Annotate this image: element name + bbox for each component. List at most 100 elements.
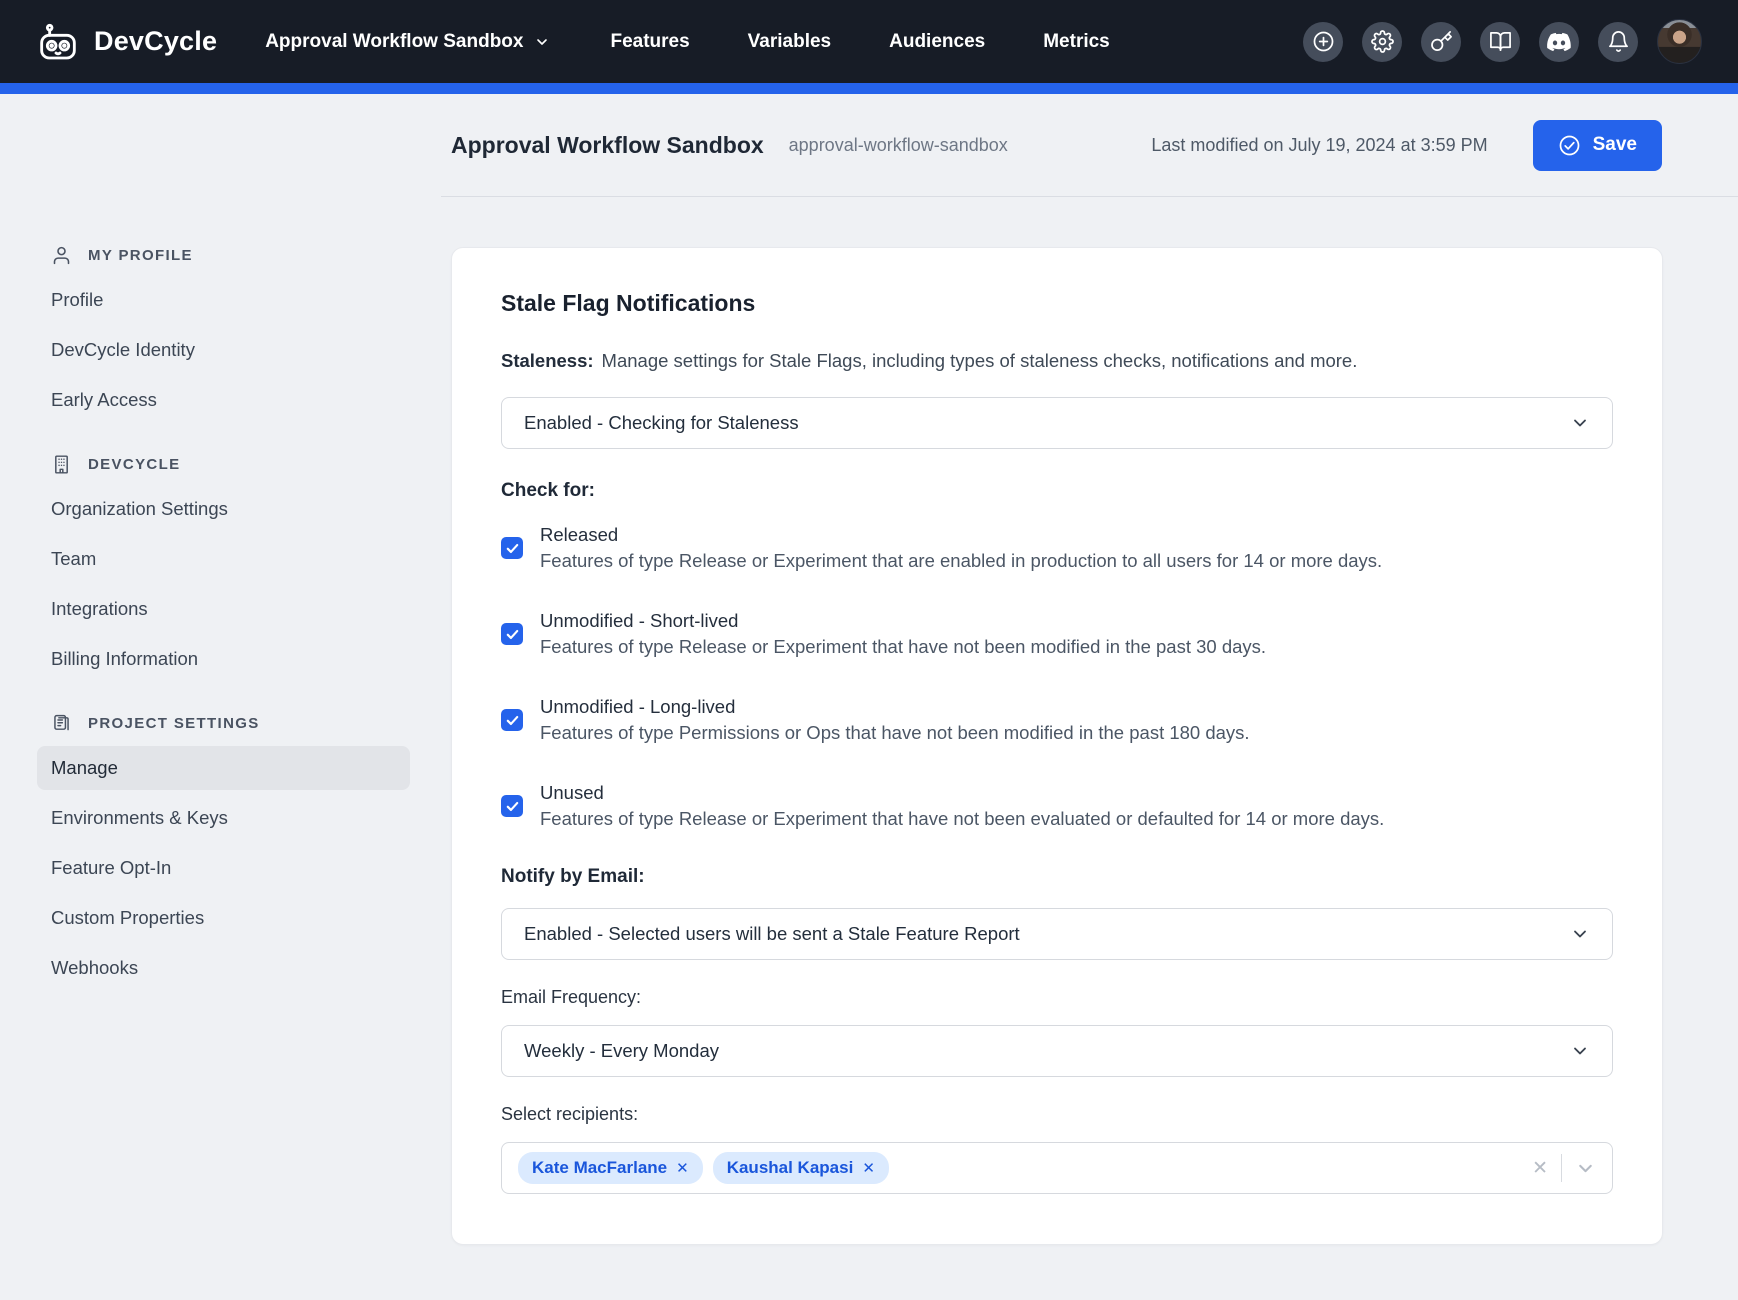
page-title: Approval Workflow Sandbox bbox=[451, 132, 764, 159]
staleness-select-value: Enabled - Checking for Staleness bbox=[524, 412, 799, 434]
sidebar-item-webhooks[interactable]: Webhooks bbox=[37, 946, 410, 990]
sidebar-section-label: Project Settings bbox=[88, 715, 260, 732]
nav-link-audiences[interactable]: Audiences bbox=[889, 31, 985, 53]
sidebar-item-custom-properties[interactable]: Custom Properties bbox=[37, 896, 410, 940]
main-content: Stale Flag Notifications Staleness: Manag… bbox=[410, 197, 1738, 1245]
staleness-label: Staleness: bbox=[501, 350, 594, 371]
check-row-unmodified-long: Unmodified - Long-lived Features of type… bbox=[501, 694, 1613, 746]
clear-all-icon[interactable]: ✕ bbox=[1532, 1157, 1548, 1180]
chevron-down-icon bbox=[534, 34, 550, 50]
unused-checkbox[interactable] bbox=[501, 795, 523, 817]
page-slug: approval-workflow-sandbox bbox=[789, 135, 1008, 156]
check-label: Unmodified - Short-lived bbox=[540, 608, 1266, 634]
sidebar-item-organization-settings[interactable]: Organization Settings bbox=[37, 487, 410, 531]
check-for-label: Check for: bbox=[501, 480, 1613, 502]
devcycle-logo[interactable]: DevCycle bbox=[36, 22, 217, 62]
chevron-down-icon[interactable] bbox=[1575, 1158, 1596, 1179]
sidebar-item-profile[interactable]: Profile bbox=[37, 278, 410, 322]
chevron-down-icon bbox=[1570, 1041, 1590, 1061]
nav-link-metrics[interactable]: Metrics bbox=[1043, 31, 1110, 53]
sidebar-section-label: My Profile bbox=[88, 247, 193, 264]
user-avatar[interactable] bbox=[1657, 19, 1702, 64]
check-label: Released bbox=[540, 522, 1382, 548]
sidebar-section-project-settings: Project Settings bbox=[51, 713, 410, 734]
divider bbox=[1561, 1154, 1562, 1182]
select-recipients-label: Select recipients: bbox=[501, 1104, 1613, 1125]
settings-sidebar: My Profile Profile DevCycle Identity Ear… bbox=[37, 197, 410, 996]
key-icon bbox=[1430, 30, 1453, 53]
sidebar-item-integrations[interactable]: Integrations bbox=[37, 587, 410, 631]
docs-button[interactable] bbox=[1480, 22, 1520, 62]
nav-link-variables[interactable]: Variables bbox=[748, 31, 831, 53]
save-button[interactable]: Save bbox=[1533, 120, 1662, 171]
remove-recipient-icon[interactable]: ✕ bbox=[862, 1159, 875, 1177]
accent-bar bbox=[0, 83, 1738, 94]
stale-flag-notifications-card: Stale Flag Notifications Staleness: Manag… bbox=[451, 247, 1663, 1245]
sidebar-item-feature-opt-in[interactable]: Feature Opt-In bbox=[37, 846, 410, 890]
check-description: Features of type Permissions or Ops that… bbox=[540, 720, 1250, 746]
primary-nav: Features Variables Audiences Metrics bbox=[610, 31, 1109, 53]
notify-by-email-label: Notify by Email: bbox=[501, 866, 1613, 888]
unmodified-short-checkbox[interactable] bbox=[501, 623, 523, 645]
email-frequency-select[interactable]: Weekly - Every Monday bbox=[501, 1025, 1613, 1077]
notify-select-value: Enabled - Selected users will be sent a … bbox=[524, 923, 1020, 945]
sidebar-item-early-access[interactable]: Early Access bbox=[37, 378, 410, 422]
gear-icon bbox=[1371, 30, 1394, 53]
sidebar-item-manage[interactable]: Manage bbox=[37, 746, 410, 790]
card-heading: Stale Flag Notifications bbox=[501, 290, 1613, 317]
check-description: Features of type Release or Experiment t… bbox=[540, 548, 1382, 574]
sidebar-section-devcycle: DevCycle bbox=[51, 454, 410, 475]
save-button-label: Save bbox=[1593, 134, 1637, 156]
staleness-description-row: Staleness: Manage settings for Stale Flag… bbox=[501, 350, 1613, 372]
staleness-description: Manage settings for Stale Flags, includi… bbox=[602, 350, 1358, 371]
check-description: Features of type Release or Experiment t… bbox=[540, 806, 1384, 832]
user-icon bbox=[51, 245, 72, 266]
book-open-icon bbox=[1489, 30, 1512, 53]
devcycle-robot-icon bbox=[36, 22, 80, 62]
released-checkbox[interactable] bbox=[501, 537, 523, 559]
sidebar-item-team[interactable]: Team bbox=[37, 537, 410, 581]
recipient-name: Kate MacFarlane bbox=[532, 1158, 667, 1178]
sidebar-section-my-profile: My Profile bbox=[51, 245, 410, 266]
check-row-unused: Unused Features of type Release or Exper… bbox=[501, 780, 1613, 832]
check-label: Unmodified - Long-lived bbox=[540, 694, 1250, 720]
email-frequency-value: Weekly - Every Monday bbox=[524, 1040, 719, 1062]
navbar-actions bbox=[1303, 19, 1702, 64]
plus-circle-icon bbox=[1312, 30, 1335, 53]
notify-by-email-select[interactable]: Enabled - Selected users will be sent a … bbox=[501, 908, 1613, 960]
discord-icon bbox=[1547, 30, 1571, 54]
api-keys-button[interactable] bbox=[1421, 22, 1461, 62]
building-icon bbox=[51, 454, 72, 475]
multiselect-controls: ✕ bbox=[1532, 1154, 1596, 1182]
sidebar-item-billing-information[interactable]: Billing Information bbox=[37, 637, 410, 681]
sidebar-item-environments-keys[interactable]: Environments & Keys bbox=[37, 796, 410, 840]
discord-button[interactable] bbox=[1539, 22, 1579, 62]
recipient-name: Kaushal Kapasi bbox=[727, 1158, 854, 1178]
project-selector[interactable]: Approval Workflow Sandbox bbox=[265, 31, 550, 53]
bell-icon bbox=[1607, 30, 1630, 53]
email-frequency-label: Email Frequency: bbox=[501, 987, 1613, 1008]
settings-button[interactable] bbox=[1362, 22, 1402, 62]
add-button[interactable] bbox=[1303, 22, 1343, 62]
staleness-select[interactable]: Enabled - Checking for Staleness bbox=[501, 397, 1613, 449]
page-header: Approval Workflow Sandbox approval-workf… bbox=[441, 94, 1738, 197]
check-circle-icon bbox=[1558, 134, 1581, 157]
unmodified-long-checkbox[interactable] bbox=[501, 709, 523, 731]
check-description: Features of type Release or Experiment t… bbox=[540, 634, 1266, 660]
check-row-released: Released Features of type Release or Exp… bbox=[501, 522, 1613, 574]
recipients-multiselect[interactable]: Kate MacFarlane ✕ Kaushal Kapasi ✕ ✕ bbox=[501, 1142, 1613, 1194]
brand-name: DevCycle bbox=[94, 26, 217, 57]
recipient-tag: Kate MacFarlane ✕ bbox=[518, 1152, 703, 1184]
top-navbar: DevCycle Approval Workflow Sandbox Featu… bbox=[0, 0, 1738, 83]
chevron-down-icon bbox=[1570, 924, 1590, 944]
check-label: Unused bbox=[540, 780, 1384, 806]
last-modified-text: Last modified on July 19, 2024 at 3:59 P… bbox=[1151, 135, 1487, 156]
recipient-tag: Kaushal Kapasi ✕ bbox=[713, 1152, 889, 1184]
sidebar-section-label: DevCycle bbox=[88, 456, 180, 473]
notifications-button[interactable] bbox=[1598, 22, 1638, 62]
check-row-unmodified-short: Unmodified - Short-lived Features of typ… bbox=[501, 608, 1613, 660]
clipboard-icon bbox=[51, 713, 72, 734]
sidebar-item-devcycle-identity[interactable]: DevCycle Identity bbox=[37, 328, 410, 372]
remove-recipient-icon[interactable]: ✕ bbox=[676, 1159, 689, 1177]
nav-link-features[interactable]: Features bbox=[610, 31, 689, 53]
